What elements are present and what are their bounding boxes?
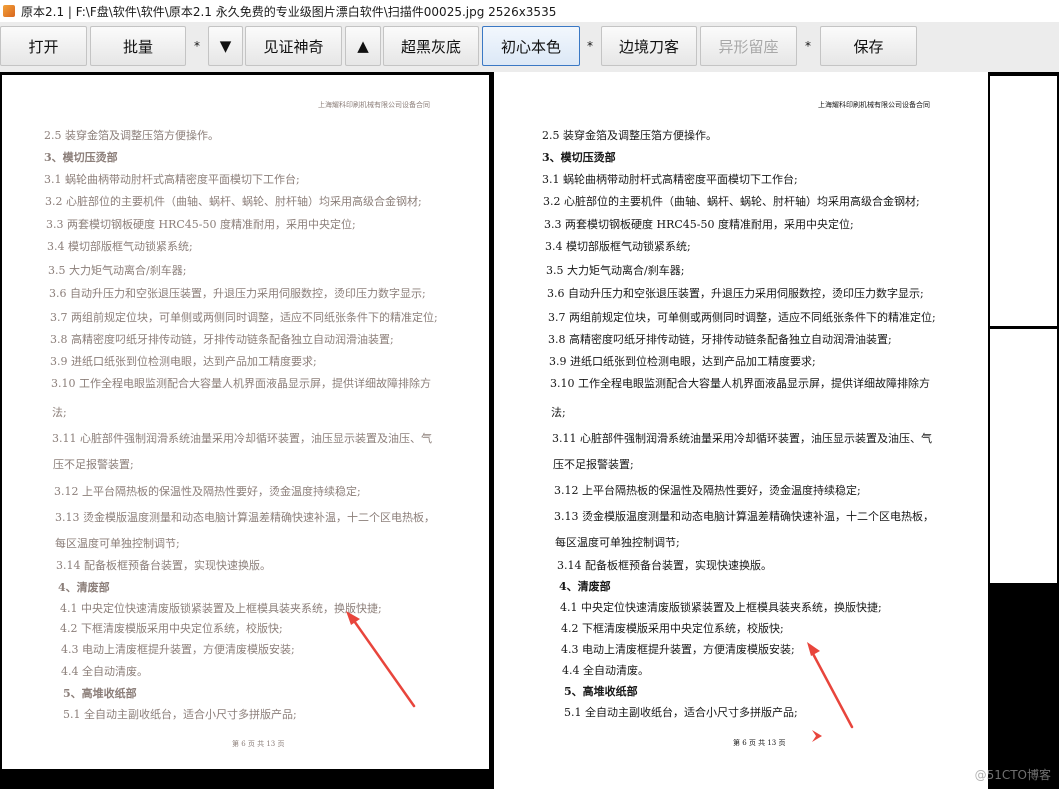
preview-box [990,329,1057,583]
red-arrow-annotation [346,611,416,708]
title-bar: 原本2.1 | F:\F盘\软件\软件\原本2.1 永久免费的专业级图片漂白软件… [0,0,1059,22]
separator-dot: * [587,39,593,53]
witness-magic-button[interactable]: 见证神奇 [245,26,342,66]
watermark: @51CTO博客 [974,768,1051,782]
separator-dot: * [805,39,811,53]
red-arrow-annotation [807,642,854,742]
window-title: 原本2.1 | F:\F盘\软件\软件\原本2.1 永久免费的专业级图片漂白软件… [21,4,557,19]
toolbar: 打开 批量 * ▼ 见证神奇 ▲ 超黑灰底 初心本色 * 边境刀客 异形留座 *… [0,22,1059,73]
preview-box [990,76,1057,326]
batch-button[interactable]: 批量 [90,26,186,66]
shape-keep-button[interactable]: 异形留座 [700,26,797,66]
processed-scan-page: 上海耀科印刷机械有限公司设备合同 2.5 装穿金箔及调整压箔方便操作。 3、模切… [494,72,988,789]
app-icon [3,5,15,17]
up-arrow-button[interactable]: ▲ [345,26,381,66]
open-button[interactable]: 打开 [0,26,87,66]
super-black-gray-button[interactable]: 超黑灰底 [383,26,479,66]
side-preview-panel [988,72,1059,789]
original-scan-page: 上海耀科印刷机械有限公司设备合同 2.5 装穿金箔及调整压箔方便操作。 3、模切… [2,75,489,769]
down-arrow-button[interactable]: ▼ [208,26,243,66]
save-button[interactable]: 保存 [820,26,917,66]
separator-dot: * [194,39,200,53]
edge-knife-button[interactable]: 边境刀客 [601,26,697,66]
image-viewer[interactable]: 上海耀科印刷机械有限公司设备合同 2.5 装穿金箔及调整压箔方便操作。 3、模切… [0,72,1059,789]
original-color-button[interactable]: 初心本色 [482,26,580,66]
